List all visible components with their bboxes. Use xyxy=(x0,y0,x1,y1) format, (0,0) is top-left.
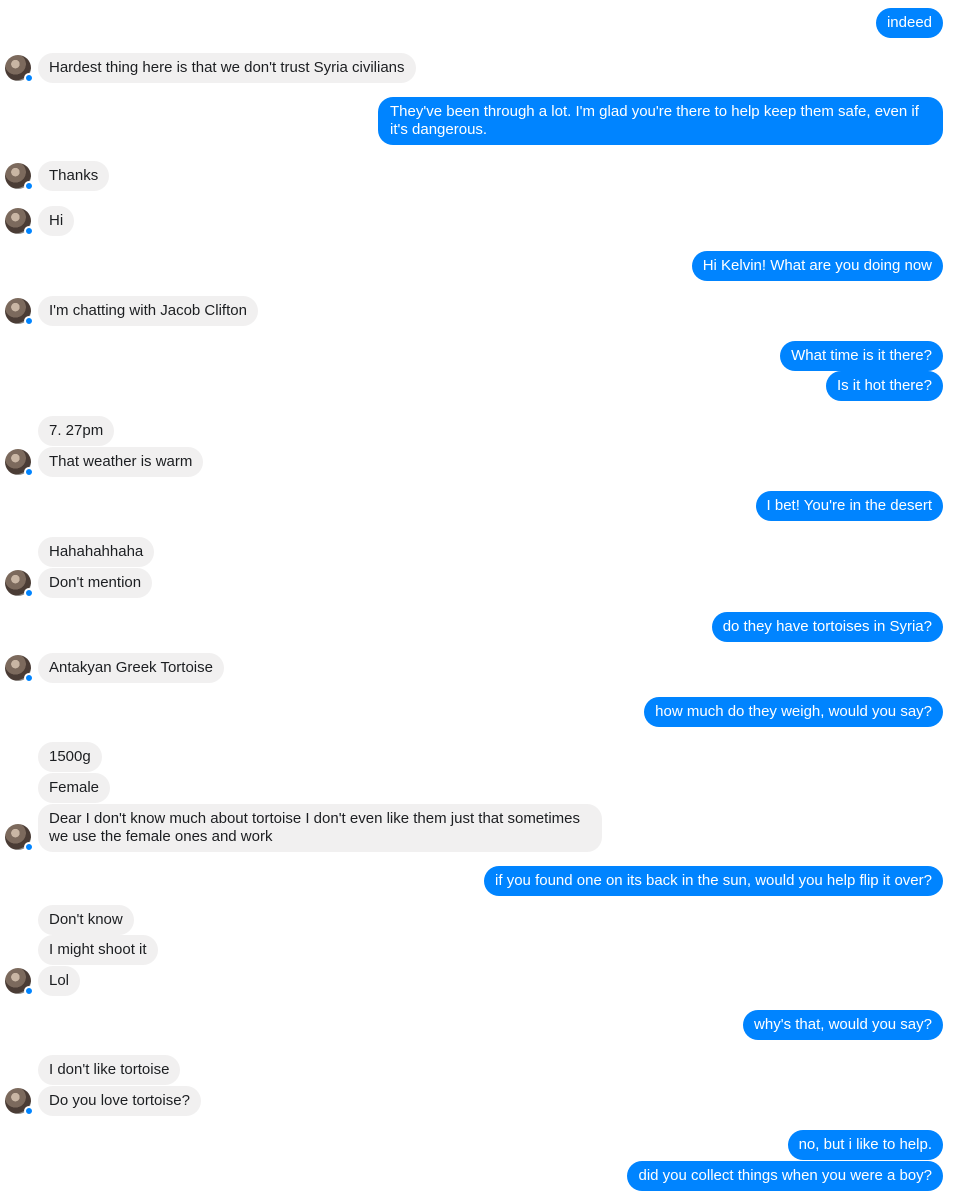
messenger-badge-icon xyxy=(24,986,34,996)
message-bubble-incoming[interactable]: Hardest thing here is that we don't trus… xyxy=(38,53,416,83)
message-bubble-outgoing[interactable]: did you collect things when you were a b… xyxy=(627,1161,943,1191)
message-bubble-incoming[interactable]: 1500g xyxy=(38,742,102,772)
message-bubble-incoming[interactable]: Hahahahhaha xyxy=(38,537,155,567)
message-bubble-incoming[interactable]: Lol xyxy=(38,966,81,996)
message-bubble-incoming[interactable]: That weather is warm xyxy=(38,447,204,477)
message-bubble-outgoing[interactable]: why's that, would you say? xyxy=(743,1010,943,1040)
contact-avatar[interactable] xyxy=(5,55,34,83)
contact-avatar[interactable] xyxy=(5,655,34,683)
message-bubble-outgoing[interactable]: indeed xyxy=(875,8,943,38)
message-bubble-incoming[interactable]: I don't like tortoise xyxy=(38,1055,181,1085)
contact-avatar[interactable] xyxy=(5,1088,34,1116)
messenger-badge-icon xyxy=(24,316,34,326)
message-bubble-outgoing[interactable]: They've been through a lot. I'm glad you… xyxy=(378,97,943,145)
messenger-badge-icon xyxy=(24,673,34,683)
message-bubble-incoming[interactable]: Thanks xyxy=(38,161,110,191)
contact-avatar[interactable] xyxy=(5,163,34,191)
contact-avatar[interactable] xyxy=(5,968,34,996)
messenger-badge-icon xyxy=(24,467,34,477)
messenger-badge-icon xyxy=(24,73,34,83)
messenger-badge-icon xyxy=(24,226,34,236)
message-bubble-incoming[interactable]: Dear I don't know much about tortoise I … xyxy=(38,804,602,852)
message-bubble-outgoing[interactable]: if you found one on its back in the sun,… xyxy=(484,866,943,896)
messenger-badge-icon xyxy=(24,1106,34,1116)
message-bubble-incoming[interactable]: Do you love tortoise? xyxy=(38,1086,201,1116)
message-bubble-incoming[interactable]: Antakyan Greek Tortoise xyxy=(38,653,224,683)
message-bubble-incoming[interactable]: Don't know xyxy=(38,905,134,935)
messenger-badge-icon xyxy=(24,181,34,191)
message-bubble-outgoing[interactable]: What time is it there? xyxy=(780,341,943,371)
message-bubble-outgoing[interactable]: Hi Kelvin! What are you doing now xyxy=(691,251,943,281)
contact-avatar[interactable] xyxy=(5,449,34,477)
message-bubble-incoming[interactable]: Hi xyxy=(38,206,75,236)
message-bubble-incoming[interactable]: Female xyxy=(38,773,111,803)
message-bubble-incoming[interactable]: 7. 27pm xyxy=(38,416,115,446)
messenger-badge-icon xyxy=(24,842,34,852)
contact-avatar[interactable] xyxy=(5,208,34,236)
message-bubble-outgoing[interactable]: how much do they weigh, would you say? xyxy=(644,697,943,727)
message-bubble-outgoing[interactable]: Is it hot there? xyxy=(825,371,943,401)
contact-avatar[interactable] xyxy=(5,570,34,598)
message-bubble-outgoing[interactable]: I bet! You're in the desert xyxy=(755,491,943,521)
contact-avatar[interactable] xyxy=(5,298,34,326)
message-bubble-outgoing[interactable]: do they have tortoises in Syria? xyxy=(711,612,943,642)
messenger-badge-icon xyxy=(24,588,34,598)
contact-avatar[interactable] xyxy=(5,824,34,852)
message-bubble-incoming[interactable]: Don't mention xyxy=(38,568,153,598)
message-bubble-incoming[interactable]: I'm chatting with Jacob Clifton xyxy=(38,296,258,326)
message-bubble-outgoing[interactable]: no, but i like to help. xyxy=(787,1130,943,1160)
message-bubble-incoming[interactable]: I might shoot it xyxy=(38,935,158,965)
